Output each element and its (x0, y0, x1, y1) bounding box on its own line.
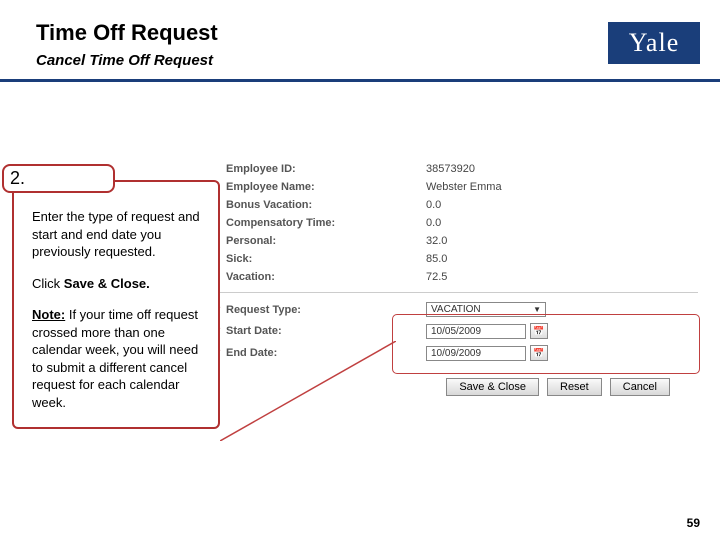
form-divider (176, 292, 698, 293)
field-employee-name: Employee Name: Webster Emma (176, 178, 698, 196)
time-off-form: Employee ID: 38573920 Employee Name: Web… (176, 160, 698, 396)
field-sick: Sick: 85.0 (176, 250, 698, 268)
label-personal: Personal: (226, 235, 426, 247)
value-bonus-vacation: 0.0 (426, 199, 698, 211)
chevron-down-icon: ▼ (533, 305, 541, 314)
instruction-text-1: Enter the type of request and start and … (32, 208, 208, 261)
row-start-date: * Start Date: 10/05/2009 📅 (176, 320, 698, 342)
label-end-date: End Date: (226, 347, 426, 359)
request-type-select[interactable]: VACATION ▼ (426, 302, 546, 317)
field-compensatory-time: Compensatory Time: 0.0 (176, 214, 698, 232)
page-number: 59 (687, 516, 700, 530)
button-row: Save & Close Reset Cancel (176, 364, 698, 396)
instruction-note: Note: If your time off request crossed m… (32, 306, 208, 411)
end-date-input[interactable]: 10/09/2009 (426, 346, 526, 361)
field-bonus-vacation: Bonus Vacation: 0.0 (176, 196, 698, 214)
cancel-button[interactable]: Cancel (610, 378, 670, 396)
step-number-badge: 2. (2, 164, 115, 193)
slide-header: Time Off Request Cancel Time Off Request… (0, 0, 720, 82)
field-employee-id: Employee ID: 38573920 (176, 160, 698, 178)
instruction-text-2: Click Save & Close. (32, 275, 208, 293)
label-start-date: Start Date: (226, 325, 426, 337)
value-employee-name: Webster Emma (426, 181, 698, 193)
yale-logo: Yale (608, 22, 700, 64)
value-personal: 32.0 (426, 235, 698, 247)
value-sick: 85.0 (426, 253, 698, 265)
request-type-value: VACATION (431, 304, 481, 315)
label-sick: Sick: (226, 253, 426, 265)
start-date-input[interactable]: 10/05/2009 (426, 324, 526, 339)
row-request-type: * Request Type: VACATION ▼ (176, 299, 698, 320)
label-employee-name: Employee Name: (226, 181, 426, 193)
calendar-icon[interactable]: 📅 (530, 345, 548, 361)
value-employee-id: 38573920 (426, 163, 698, 175)
label-request-type: Request Type: (226, 304, 426, 316)
value-compensatory-time: 0.0 (426, 217, 698, 229)
label-compensatory-time: Compensatory Time: (226, 217, 426, 229)
field-personal: Personal: 32.0 (176, 232, 698, 250)
row-end-date: * End Date: 10/09/2009 📅 (176, 342, 698, 364)
label-employee-id: Employee ID: (226, 163, 426, 175)
label-bonus-vacation: Bonus Vacation: (226, 199, 426, 211)
value-vacation: 72.5 (426, 271, 698, 283)
reset-button[interactable]: Reset (547, 378, 602, 396)
instructions-box: Enter the type of request and start and … (12, 180, 220, 429)
calendar-icon[interactable]: 📅 (530, 323, 548, 339)
field-vacation: Vacation: 72.5 (176, 268, 698, 286)
save-close-button[interactable]: Save & Close (446, 378, 539, 396)
label-vacation: Vacation: (226, 271, 426, 283)
